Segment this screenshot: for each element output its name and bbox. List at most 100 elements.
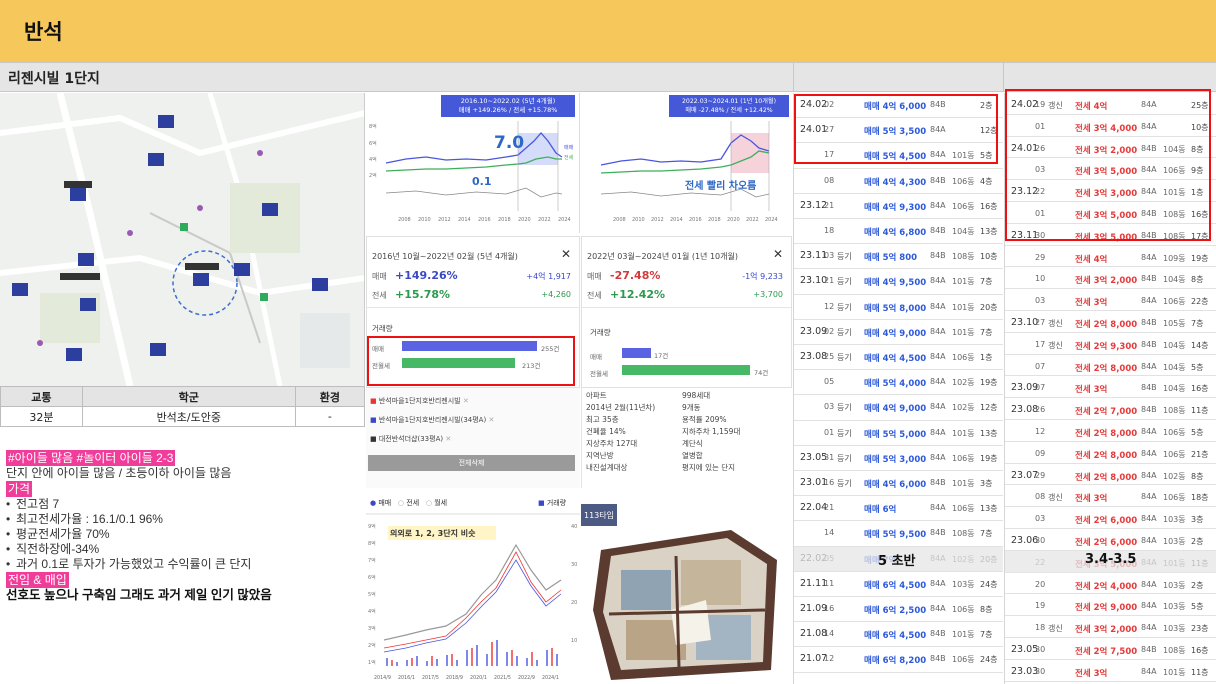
table-row[interactable]: 08 매매 4억 4,300 84B 106동 4층 bbox=[794, 169, 1003, 194]
table-row[interactable]: 24.01 27 매매 5억 3,500 84A 12층 bbox=[794, 118, 1003, 144]
table-row[interactable]: 22.04 21 매매 6억 84A 106동 13층 bbox=[794, 496, 1003, 522]
row-floor: 7층 bbox=[980, 529, 993, 539]
table-row[interactable]: 29 전세 4억 84A 109동 19층 bbox=[1005, 246, 1216, 268]
table-row[interactable]: 21.08 14 매매 6억 4,500 84B 101동 7층 bbox=[794, 622, 1003, 648]
table-row[interactable]: 23.12 21 매매 4억 9,300 84A 106동 16층 bbox=[794, 194, 1003, 219]
row-unit: 106동 bbox=[952, 201, 975, 211]
row-tag: 등기 bbox=[837, 327, 852, 337]
table-row[interactable]: 18 매매 4억 6,800 84B 104동 13층 bbox=[794, 219, 1003, 245]
table-row[interactable]: 23.05 30 전세 2억 7,500 84B 108동 16층 bbox=[1005, 638, 1216, 660]
table-row[interactable]: 03 전세 3억 5,000 84A 106동 9층 bbox=[1005, 158, 1216, 181]
floorplan-image[interactable]: 113타입 bbox=[581, 490, 792, 684]
row-floor: 10층 bbox=[1191, 122, 1209, 132]
table-row[interactable]: 23.11 30 전세 3억 5,000 84B 108동 17층 bbox=[1005, 224, 1216, 246]
table-row[interactable]: 24.02 19 갱신 전세 4억 84A 25층 bbox=[1005, 93, 1216, 115]
table-row[interactable]: 23.05 31 등기 매매 5억 3,000 84A 106동 19층 bbox=[794, 446, 1003, 471]
table-row[interactable]: 03 전세 3억 84A 106동 22층 bbox=[1005, 289, 1216, 311]
chart1-xtick: 2020 bbox=[518, 217, 531, 223]
table-row[interactable]: 23.10 27 갱신 전세 2억 8,000 84B 105동 7층 bbox=[1005, 311, 1216, 333]
row-size: 84A bbox=[930, 200, 946, 210]
clear-all-button[interactable]: 전체삭제 bbox=[368, 455, 575, 471]
row-size: 84B bbox=[1141, 405, 1157, 415]
table-row[interactable]: 14 매매 5억 9,500 84B 108동 7층 bbox=[794, 521, 1003, 547]
table-row[interactable]: 21.07 12 매매 6억 8,200 84B 106동 24층 bbox=[794, 647, 1003, 673]
row-day: 30 bbox=[1035, 666, 1046, 676]
row-unit: 104동 bbox=[1163, 384, 1186, 394]
table-row[interactable]: 23.12 22 전세 3억 3,000 84A 101동 1층 bbox=[1005, 180, 1216, 202]
compare-item[interactable]: ■ 반석마을1단지호반리젠시빌(34평A) ✕ bbox=[370, 411, 494, 430]
table-row[interactable]: 23.09 07 전세 3억 84B 104동 16층 bbox=[1005, 376, 1216, 399]
table-row[interactable]: 23.08 25 등기 매매 4억 4,500 84A 106동 1층 bbox=[794, 345, 1003, 371]
table-row[interactable]: 18 갱신 전세 3억 2,000 84A 103동 23층 bbox=[1005, 616, 1216, 638]
table-row[interactable]: 08 갱신 전세 3억 84A 106동 18층 bbox=[1005, 485, 1216, 508]
row-size: 84A bbox=[930, 427, 946, 437]
row-day: 16 bbox=[824, 478, 835, 487]
stat2-vol-sale: 17건 bbox=[654, 352, 669, 360]
chart2-xtick: 2014 bbox=[670, 217, 683, 223]
table-row[interactable]: 10 전세 3억 2,000 84B 104동 8층 bbox=[1005, 267, 1216, 290]
compare-item[interactable]: ■ 대전반석더샵(33평A) ✕ bbox=[370, 430, 494, 449]
table-row[interactable]: 20 전세 2억 4,000 84A 103동 2층 bbox=[1005, 573, 1216, 595]
chart2-annotation: 전세 빨리 차오름 bbox=[685, 179, 756, 192]
table-row[interactable]: 19 전세 2억 9,000 84A 103동 5층 bbox=[1005, 594, 1216, 617]
stat2-close-icon[interactable]: ✕ bbox=[773, 247, 783, 261]
table-row[interactable]: 12 등기 매매 5억 8,000 84A 101동 20층 bbox=[794, 295, 1003, 320]
chart2-xtick: 2016 bbox=[689, 217, 702, 223]
row-day: 19 bbox=[1035, 100, 1046, 109]
table-row[interactable]: 21.11 11 매매 6억 4,500 84A 103동 24층 bbox=[794, 572, 1003, 597]
row-unit: 103동 bbox=[1163, 537, 1186, 546]
chart1-period: 2016.10~2022.02 (5년 4개월) bbox=[461, 96, 556, 105]
history-chart[interactable]: ● 매매 ○ 전세 ○ 월세 ■ 거래량 의외로 1, 2, 3단지 비슷 9억… bbox=[366, 490, 580, 684]
history-ytick-right: 30 bbox=[571, 562, 577, 568]
row-floor: 23층 bbox=[1191, 624, 1209, 634]
row-day: 19 bbox=[1035, 601, 1046, 611]
row-unit: 101동 bbox=[1163, 188, 1186, 198]
history-ytick: 3억 bbox=[368, 625, 376, 632]
table-row[interactable]: 23.09 02 등기 매매 4억 9,000 84A 101동 7층 bbox=[794, 320, 1003, 345]
row-unit: 106동 bbox=[952, 176, 975, 186]
table-row[interactable]: 07 전세 2억 8,000 84A 104동 5층 bbox=[1005, 355, 1216, 377]
row-floor: 16층 bbox=[1191, 210, 1209, 219]
table-row[interactable]: 01 전세 3억 5,000 84B 108동 16층 bbox=[1005, 202, 1216, 224]
row-unit: 108동 bbox=[952, 252, 975, 262]
table-row[interactable]: 12 전세 2억 8,000 84A 106동 5층 bbox=[1005, 420, 1216, 442]
facts-value-transport: 32분 bbox=[0, 406, 83, 427]
row-price: 매매 5억 5,000 bbox=[864, 429, 927, 440]
location-map[interactable] bbox=[0, 93, 365, 386]
table-row[interactable]: 17 갱신 전세 2억 9,300 84B 104동 14층 bbox=[1005, 333, 1216, 355]
table-row[interactable]: 03 전세 2억 6,000 84A 103동 3층 bbox=[1005, 507, 1216, 529]
row-day: 17 bbox=[1035, 339, 1046, 349]
table-row[interactable]: 24.01 26 전세 3억 2,000 84B 104동 8층 bbox=[1005, 137, 1216, 159]
compare-item[interactable]: ■ 반석마을1단지호반리젠시빌 ✕ bbox=[370, 392, 494, 411]
note-bullet: 직전하장에-34% bbox=[6, 542, 362, 557]
note-bullet: 평균전세가율 70% bbox=[6, 527, 362, 542]
table-row[interactable]: 09 전세 2억 8,000 84A 106동 21층 bbox=[1005, 442, 1216, 464]
table-row[interactable]: 05 매매 5억 4,000 84A 102동 19층 bbox=[794, 370, 1003, 396]
table-row[interactable]: 21.09 16 매매 6억 2,500 84A 106동 8층 bbox=[794, 597, 1003, 623]
row-day: 02 bbox=[824, 100, 835, 109]
table-row[interactable]: 23.01 16 등기 매매 4억 6,000 84B 101동 3층 bbox=[794, 471, 1003, 497]
row-day: 07 bbox=[1035, 383, 1046, 393]
info-item: 998세대 bbox=[682, 391, 711, 400]
row-price: 전세 3억 5,000 bbox=[1075, 232, 1138, 243]
row-unit: 104동 bbox=[1163, 144, 1186, 154]
price-chart-2[interactable]: 2022.03~2024.01 (1년 10개월) 매매 -27.48% / 전… bbox=[581, 93, 792, 233]
row-size: 84A bbox=[1141, 448, 1157, 458]
table-row[interactable]: 23.08 26 전세 2억 7,000 84B 108동 11층 bbox=[1005, 398, 1216, 420]
table-row[interactable]: 23.11 03 등기 매매 5억 800 84B 108동 10층 bbox=[794, 244, 1003, 270]
row-day: 01 bbox=[1035, 209, 1046, 218]
table-row[interactable]: 23.10 21 등기 매매 4억 9,500 84A 101동 7층 bbox=[794, 269, 1003, 295]
table-row[interactable]: 01 등기 매매 5억 5,000 84A 101동 13층 bbox=[794, 421, 1003, 446]
table-row[interactable]: 24.02 02 매매 4억 6,000 84B 2층 bbox=[794, 93, 1003, 119]
price-chart-1[interactable]: 2016.10~2022.02 (5년 4개월) 매매 +149.26% / 전… bbox=[366, 93, 580, 233]
table-row[interactable]: 23.07 29 전세 2억 8,000 84A 102동 8층 bbox=[1005, 464, 1216, 486]
stat2-vol-sale-label: 매매 bbox=[590, 353, 602, 361]
table-row[interactable]: 23.03 30 전세 3억 84A 101동 11층 bbox=[1005, 660, 1216, 682]
history-ytick-right: 40 bbox=[571, 524, 577, 530]
stat1-close-icon[interactable]: ✕ bbox=[561, 247, 571, 261]
info-item: 용적률 209% bbox=[682, 415, 727, 424]
table-row[interactable]: 01 전세 3억 4,000 84A 10층 bbox=[1005, 115, 1216, 137]
table-row[interactable]: 17 매매 5억 4,500 84A 101동 5층 bbox=[794, 143, 1003, 169]
table-row[interactable]: 03 등기 매매 4억 9,000 84A 102동 12층 bbox=[794, 395, 1003, 421]
table-row[interactable]: 23.06 30 전세 2억 6,000 84A 103동 2층 bbox=[1005, 529, 1216, 551]
